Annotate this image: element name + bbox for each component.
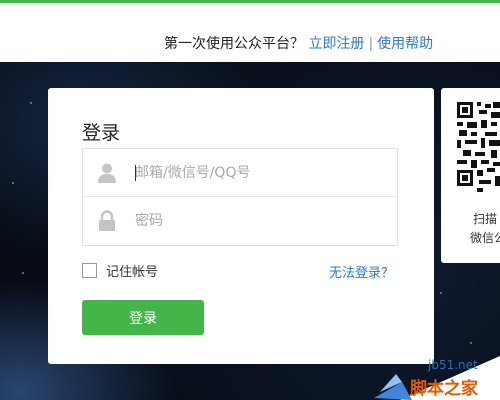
text-caret: [135, 165, 136, 181]
qr-caption-line1: 扫描: [473, 212, 498, 226]
first-time-prompt: 第一次使用公众平台？: [164, 36, 304, 52]
star: [470, 342, 472, 344]
qr-caption: 扫描 微信公: [470, 210, 500, 248]
remember-checkbox[interactable]: [82, 262, 97, 278]
star: [12, 182, 14, 184]
header-links: 第一次使用公众平台？ 立即注册 | 使用帮助: [164, 33, 433, 53]
username-row: [83, 149, 397, 197]
login-button[interactable]: 登录: [82, 300, 204, 335]
link-separator: |: [368, 36, 374, 52]
qr-panel: 扫描 微信公: [441, 88, 500, 263]
user-icon: [98, 163, 116, 183]
login-title: 登录: [82, 122, 121, 144]
username-input[interactable]: [135, 159, 385, 187]
watermark-name: 脚本之家: [410, 379, 478, 399]
login-fields: [82, 148, 398, 246]
cannot-login-link[interactable]: 无法登录？: [329, 262, 394, 281]
star: [22, 272, 24, 274]
star: [30, 102, 32, 104]
lock-icon: [99, 210, 115, 231]
qr-code-icon: [457, 102, 500, 192]
qr-caption-line2: 微信公: [470, 231, 500, 245]
login-panel: 登录 记住帐号 无法登录？ 登录: [48, 88, 434, 364]
star: [440, 292, 442, 294]
password-input[interactable]: [135, 207, 385, 235]
site-watermark: jb51.net 脚本之家: [372, 352, 500, 400]
remember-account[interactable]: 记住帐号: [82, 262, 159, 280]
register-link[interactable]: 立即注册: [308, 36, 364, 52]
password-row: [83, 197, 397, 245]
remember-label: 记住帐号: [106, 264, 159, 280]
help-link[interactable]: 使用帮助: [377, 36, 433, 52]
watermark-url: jb51.net: [428, 358, 478, 372]
top-bar: 第一次使用公众平台？ 立即注册 | 使用帮助: [0, 0, 500, 62]
